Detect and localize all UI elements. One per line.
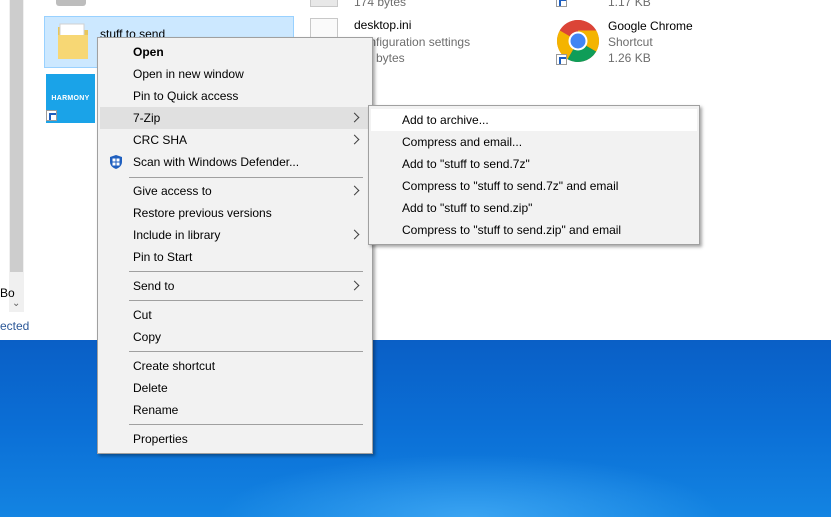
chevron-right-icon bbox=[350, 275, 360, 297]
context-menu: Open Open in new window Pin to Quick acc… bbox=[97, 37, 373, 454]
scrollbar[interactable]: ⌄ bbox=[9, 0, 24, 312]
shortcut-overlay-icon bbox=[556, 54, 567, 65]
chevron-right-icon bbox=[350, 107, 360, 129]
menu-separator bbox=[129, 351, 363, 352]
file-item-bytes[interactable]: 174 bytes bbox=[310, 0, 490, 14]
menu-separator bbox=[129, 300, 363, 301]
submenu-item-add-to-archive[interactable]: Add to archive... bbox=[371, 109, 697, 131]
status-bar-text: ected bbox=[0, 319, 30, 333]
menu-item-include-library[interactable]: Include in library bbox=[100, 224, 370, 246]
file-size: bytes bbox=[376, 51, 405, 65]
menu-item-pin-start[interactable]: Pin to Start bbox=[100, 246, 370, 268]
file-item-top-partial[interactable] bbox=[56, 0, 86, 8]
chevron-right-icon bbox=[350, 180, 360, 202]
file-size: 1.26 KB bbox=[608, 51, 651, 65]
nav-pane-label: Bo bbox=[0, 286, 15, 300]
menu-item-delete[interactable]: Delete bbox=[100, 377, 370, 399]
windows-defender-icon bbox=[110, 155, 122, 169]
chevron-right-icon bbox=[350, 129, 360, 151]
menu-separator bbox=[129, 177, 363, 178]
menu-separator bbox=[129, 424, 363, 425]
file-item-google-chrome[interactable]: Google Chrome Shortcut 1.26 KB bbox=[556, 14, 756, 66]
submenu-item-compress-email[interactable]: Compress and email... bbox=[371, 131, 697, 153]
menu-item-restore-versions[interactable]: Restore previous versions bbox=[100, 202, 370, 224]
menu-item-properties[interactable]: Properties bbox=[100, 428, 370, 450]
submenu-item-add-zip[interactable]: Add to "stuff to send.zip" bbox=[371, 197, 697, 219]
menu-item-cut[interactable]: Cut bbox=[100, 304, 370, 326]
menu-item-give-access[interactable]: Give access to bbox=[100, 180, 370, 202]
menu-item-crc-sha[interactable]: CRC SHA bbox=[100, 129, 370, 151]
menu-item-copy[interactable]: Copy bbox=[100, 326, 370, 348]
submenu-item-compress-7z-email[interactable]: Compress to "stuff to send.7z" and email bbox=[371, 175, 697, 197]
menu-item-scan-defender[interactable]: Scan with Windows Defender... bbox=[100, 151, 370, 173]
file-name: Google Chrome bbox=[608, 19, 693, 33]
menu-item-7zip[interactable]: 7-Zip bbox=[100, 107, 370, 129]
shortcut-overlay-icon bbox=[556, 0, 567, 7]
file-item-top-right-partial[interactable]: 1.17 KB bbox=[556, 0, 736, 14]
menu-item-open-new-window[interactable]: Open in new window bbox=[100, 63, 370, 85]
menu-item-rename[interactable]: Rename bbox=[100, 399, 370, 421]
menu-item-label: CRC SHA bbox=[133, 133, 188, 147]
file-size: 1.17 KB bbox=[608, 0, 651, 9]
menu-item-send-to[interactable]: Send to bbox=[100, 275, 370, 297]
submenu-7zip: Add to archive... Compress and email... … bbox=[368, 105, 700, 245]
folder-icon bbox=[58, 23, 88, 59]
chevron-right-icon bbox=[350, 224, 360, 246]
file-name: desktop.ini bbox=[354, 18, 412, 32]
submenu-item-add-7z[interactable]: Add to "stuff to send.7z" bbox=[371, 153, 697, 175]
navigation-pane: ⌄ Bo bbox=[0, 0, 30, 340]
scrollbar-thumb[interactable] bbox=[10, 0, 23, 272]
menu-item-label: Include in library bbox=[133, 228, 221, 242]
menu-item-create-shortcut[interactable]: Create shortcut bbox=[100, 355, 370, 377]
menu-item-label: Scan with Windows Defender... bbox=[133, 155, 300, 169]
menu-item-pin-quick-access[interactable]: Pin to Quick access bbox=[100, 85, 370, 107]
drive-icon bbox=[56, 0, 86, 6]
submenu-item-compress-zip-email[interactable]: Compress to "stuff to send.zip" and emai… bbox=[371, 219, 697, 241]
menu-item-label: 7-Zip bbox=[133, 111, 161, 125]
menu-item-label: Send to bbox=[133, 279, 175, 293]
menu-separator bbox=[129, 271, 363, 272]
menu-item-open[interactable]: Open bbox=[100, 41, 370, 63]
file-size: 174 bytes bbox=[354, 0, 407, 9]
shortcut-overlay-icon bbox=[46, 110, 57, 121]
file-icon bbox=[310, 0, 338, 7]
file-type: Shortcut bbox=[608, 35, 653, 49]
menu-item-label: Give access to bbox=[133, 184, 212, 198]
